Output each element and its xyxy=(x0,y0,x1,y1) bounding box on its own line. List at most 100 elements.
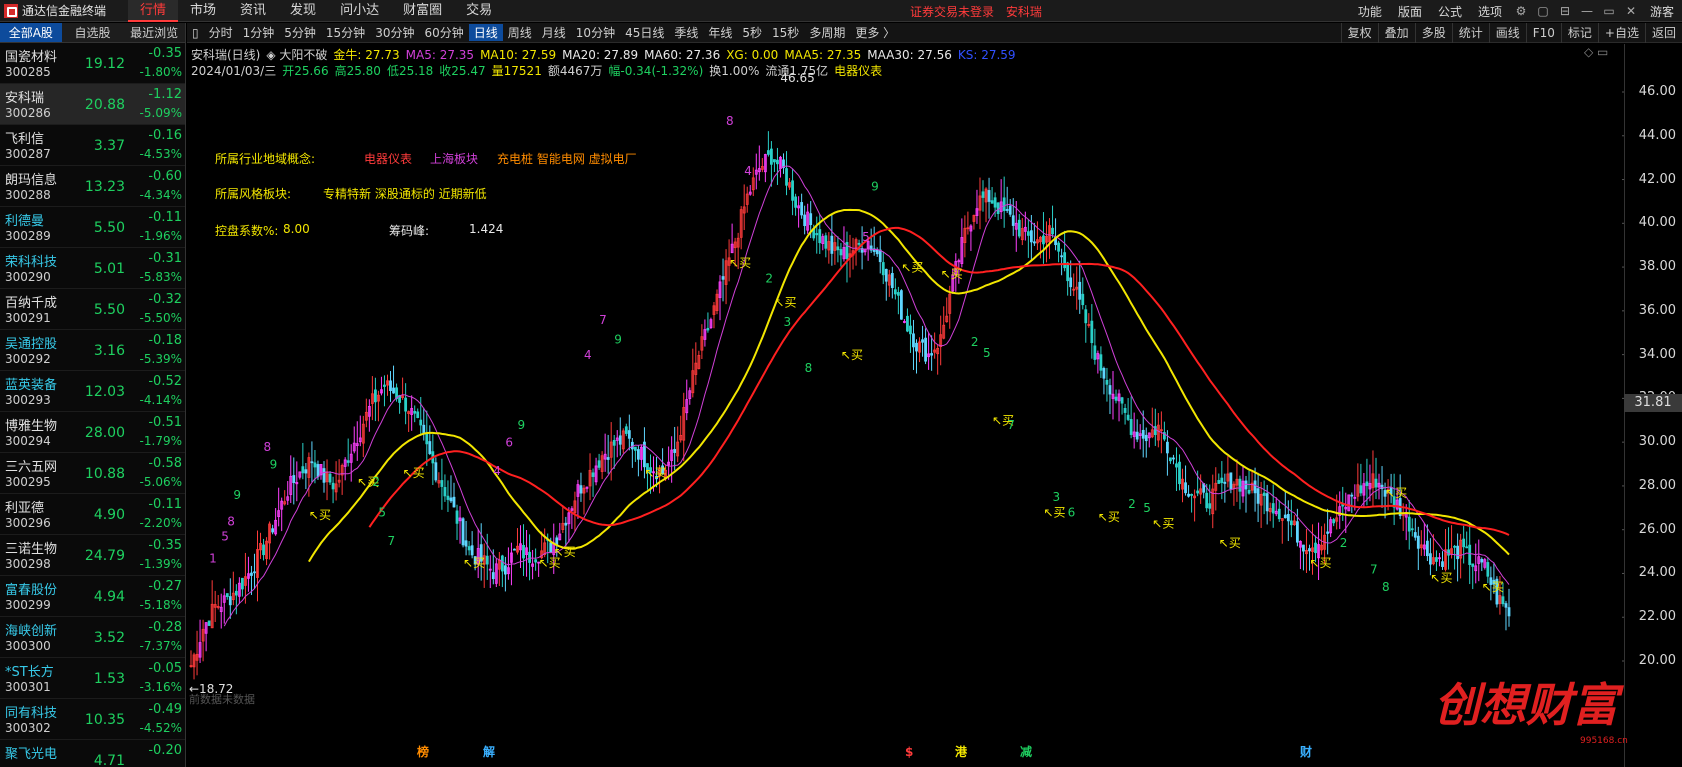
kline-chart[interactable]: 安科瑞(日线) ◈ 大阳不破 金牛: 27.73 MA5: 27.35 MA10: 27… xyxy=(187,44,1682,767)
candle-body xyxy=(818,229,822,244)
menu-layout[interactable]: 版面 xyxy=(1390,3,1430,20)
candle-body xyxy=(1253,480,1257,494)
period-14[interactable]: 15秒 xyxy=(767,24,804,41)
stock-row[interactable]: 富春股份 300299 4.94 -0.27 -5.18% xyxy=(0,576,185,617)
buy-signal: ↖买 xyxy=(1482,580,1504,594)
candle-body xyxy=(1172,457,1175,460)
lock-icon[interactable]: ⊟ xyxy=(1554,0,1576,22)
stock-code: 300285 xyxy=(5,65,51,79)
stock-change: -0.35 xyxy=(148,538,182,553)
stock-row[interactable]: 海峡创新 300300 3.52 -0.28 -7.37% xyxy=(0,617,185,658)
menu-item-6[interactable]: 交易 xyxy=(454,0,504,22)
tab-all-a-shares[interactable]: 全部A股 xyxy=(0,23,62,42)
stock-row[interactable]: 利亚德 300296 4.90 -0.11 -2.20% xyxy=(0,494,185,535)
stock-row[interactable]: 同有科技 300302 10.35 -0.49 -4.52% xyxy=(0,699,185,740)
chart-tool-0[interactable]: 复权 xyxy=(1340,23,1378,43)
period-11[interactable]: 季线 xyxy=(669,24,703,41)
stock-row[interactable]: 利德曼 300289 5.50 -0.11 -1.96% xyxy=(0,207,185,248)
menu-formula[interactable]: 公式 xyxy=(1430,3,1470,20)
menu-item-0[interactable]: 行情 xyxy=(128,0,179,22)
stock-row[interactable]: 蓝英装备 300293 12.03 -0.52 -4.14% xyxy=(0,371,185,412)
minimize-icon[interactable]: — xyxy=(1576,0,1598,22)
candle-body xyxy=(1051,227,1054,235)
stock-row[interactable]: 荣科科技 300290 5.01 -0.31 -5.83% xyxy=(0,248,185,289)
period-10[interactable]: 45日线 xyxy=(620,24,669,41)
candle-body xyxy=(1453,545,1456,548)
chart-tool-8[interactable]: 返回 xyxy=(1644,23,1682,43)
trade-login-warning[interactable]: 证券交易未登录 xyxy=(910,5,994,19)
candle-body xyxy=(253,571,256,574)
settings-icon[interactable]: ⚙ xyxy=(1510,0,1532,22)
candle-body xyxy=(1141,429,1145,439)
candle-body xyxy=(612,439,616,446)
stock-name: 利亚德 xyxy=(5,501,45,516)
stock-row[interactable]: 三六五网 300295 10.88 -0.58 -5.06% xyxy=(0,453,185,494)
chart-tool-6[interactable]: 标记 xyxy=(1560,23,1598,43)
menu-item-2[interactable]: 资讯 xyxy=(228,0,278,22)
stock-row[interactable]: 百纳千成 300291 5.50 -0.32 -5.50% xyxy=(0,289,185,330)
period-8[interactable]: 月线 xyxy=(537,24,571,41)
candle-body xyxy=(1002,197,1006,211)
period-3[interactable]: 15分钟 xyxy=(321,24,370,41)
period-4[interactable]: 30分钟 xyxy=(370,24,419,41)
stock-row[interactable]: 国瓷材料 300285 19.12 -0.35 -1.80% xyxy=(0,43,185,84)
candle-body xyxy=(1302,544,1305,552)
menu-item-4[interactable]: 问小达 xyxy=(328,0,391,22)
candle-body xyxy=(839,249,843,256)
menu-item-3[interactable]: 发现 xyxy=(278,0,328,22)
stock-row[interactable]: *ST长方 300301 1.53 -0.05 -3.16% xyxy=(0,658,185,699)
candle-body xyxy=(1081,293,1085,306)
buy-signal: ↖买 xyxy=(841,348,863,362)
menu-options[interactable]: 选项 xyxy=(1470,3,1510,20)
stock-row[interactable]: 朗玛信息 300288 13.23 -0.60 -4.34% xyxy=(0,166,185,207)
sidebar-toggle-icon[interactable]: ▯ xyxy=(187,26,204,40)
candle-body xyxy=(373,389,377,403)
stock-name: 博雅生物 xyxy=(5,419,58,434)
stock-row[interactable]: 安科瑞 300286 20.88 -1.12 -5.09% xyxy=(0,84,185,125)
stock-row[interactable]: 吴通控股 300292 3.16 -0.18 -5.39% xyxy=(0,330,185,371)
period-13[interactable]: 5秒 xyxy=(737,24,767,41)
chart-tool-3[interactable]: 统计 xyxy=(1451,23,1489,43)
chat-icon[interactable]: ▢ xyxy=(1532,0,1554,22)
candle-body xyxy=(1262,492,1266,496)
stock-change-pct: -5.18% xyxy=(139,598,182,612)
menu-item-1[interactable]: 市场 xyxy=(178,0,228,22)
stock-row[interactable]: 飞利信 300287 3.37 -0.16 -4.53% xyxy=(0,125,185,166)
stock-row[interactable]: 博雅生物 300294 28.00 -0.51 -1.79% xyxy=(0,412,185,453)
candle-body xyxy=(1178,461,1181,485)
chart-tool-1[interactable]: 叠加 xyxy=(1377,23,1415,43)
menu-item-5[interactable]: 财富圈 xyxy=(391,0,454,22)
sequence-counter: 7 xyxy=(1007,418,1015,432)
sequence-counter: 1 xyxy=(209,552,217,566)
menu-function[interactable]: 功能 xyxy=(1350,3,1390,20)
period-0[interactable]: 分时 xyxy=(204,24,238,41)
event-marker: 解 xyxy=(483,744,495,759)
candle-body xyxy=(549,542,553,553)
candle-body xyxy=(1184,482,1187,494)
period-16[interactable]: 更多 〉 xyxy=(850,24,900,41)
candle-body xyxy=(449,497,453,502)
chart-tool-4[interactable]: 画线 xyxy=(1488,23,1526,43)
period-9[interactable]: 10分钟 xyxy=(571,24,620,41)
stock-change: -0.49 xyxy=(148,702,182,717)
period-7[interactable]: 周线 xyxy=(503,24,537,41)
chart-tool-2[interactable]: 多股 xyxy=(1414,23,1452,43)
period-5[interactable]: 60分钟 xyxy=(419,24,468,41)
period-12[interactable]: 年线 xyxy=(703,24,737,41)
period-1[interactable]: 1分钟 xyxy=(238,24,280,41)
tab-recent[interactable]: 最近浏览 xyxy=(123,23,185,42)
candle-body xyxy=(1456,545,1460,560)
candles xyxy=(189,131,1511,680)
period-2[interactable]: 5分钟 xyxy=(279,24,321,41)
period-15[interactable]: 多周期 xyxy=(804,24,850,41)
tab-watchlist[interactable]: 自选股 xyxy=(62,23,124,42)
stock-row[interactable]: 聚飞光电 4.71 -0.20 xyxy=(0,740,185,767)
chart-tool-7[interactable]: +自选 xyxy=(1597,23,1645,43)
user-name[interactable]: 游客 xyxy=(1642,3,1682,20)
chart-tool-5[interactable]: F10 xyxy=(1525,23,1561,43)
close-icon[interactable]: ✕ xyxy=(1620,0,1642,22)
maximize-icon[interactable]: ▭ xyxy=(1598,0,1620,22)
stock-code: 300298 xyxy=(5,557,51,571)
stock-row[interactable]: 三诺生物 300298 24.79 -0.35 -1.39% xyxy=(0,535,185,576)
period-6[interactable]: 日线 xyxy=(468,24,503,41)
